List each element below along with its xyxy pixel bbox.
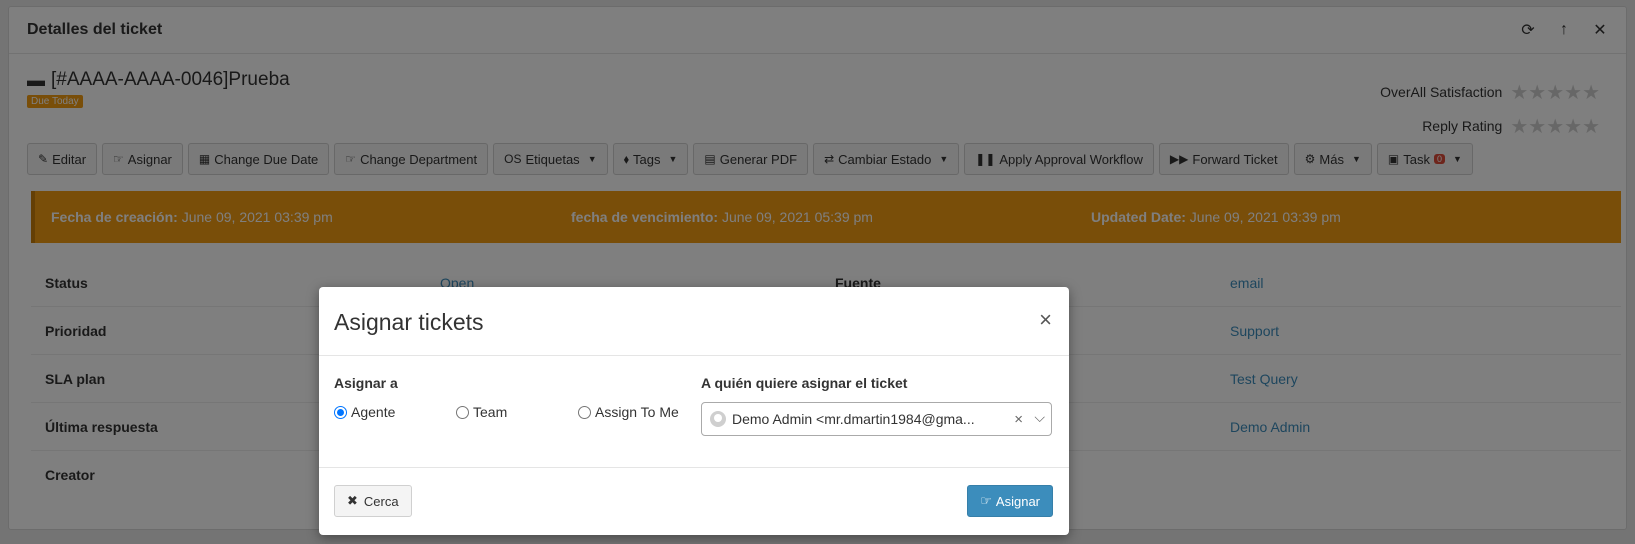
radio-assign-to-me[interactable]: Assign To Me bbox=[578, 404, 679, 420]
modal-body: Asignar a Agente Team Assign To Me A qui… bbox=[319, 356, 1069, 468]
assign-tickets-modal: Asignar tickets × Asignar a Agente Team … bbox=[319, 287, 1069, 535]
chevron-down-icon[interactable]: ⌵ bbox=[1034, 409, 1045, 426]
radio-button[interactable] bbox=[456, 405, 469, 419]
radio-agent[interactable]: Agente bbox=[334, 404, 395, 420]
assign-submit-button[interactable]: ☞ Asignar bbox=[967, 485, 1053, 517]
assignee-select-value: Demo Admin <mr.dmartin1984@gma... bbox=[732, 411, 975, 427]
modal-header: Asignar tickets × bbox=[319, 287, 1069, 356]
clear-icon[interactable]: × bbox=[1014, 411, 1023, 428]
close-button-label: Cerca bbox=[363, 493, 399, 509]
radio-assign-to-me-label: Assign To Me bbox=[595, 404, 679, 420]
radio-team-label: Team bbox=[473, 404, 508, 420]
radio-team[interactable]: Team bbox=[456, 404, 507, 420]
radio-agent-label: Agente bbox=[351, 404, 396, 420]
assignee-label: A quién quiere asignar el ticket bbox=[701, 375, 908, 391]
hand-pointer-icon: ☞ bbox=[980, 493, 992, 508]
modal-title: Asignar tickets bbox=[334, 309, 484, 335]
user-avatar-icon bbox=[710, 411, 726, 427]
assign-to-label: Asignar a bbox=[334, 375, 398, 391]
times-icon: ✖ bbox=[347, 493, 358, 508]
close-icon[interactable]: × bbox=[1039, 307, 1052, 333]
assign-submit-label: Asignar bbox=[995, 493, 1040, 509]
modal-footer: ✖ Cerca ☞ Asignar bbox=[319, 468, 1069, 534]
radio-button[interactable] bbox=[578, 405, 591, 419]
assignee-select[interactable]: Demo Admin <mr.dmartin1984@gma... × ⌵ bbox=[701, 402, 1052, 436]
close-button[interactable]: ✖ Cerca bbox=[334, 485, 412, 517]
radio-button-selected[interactable] bbox=[334, 405, 347, 419]
